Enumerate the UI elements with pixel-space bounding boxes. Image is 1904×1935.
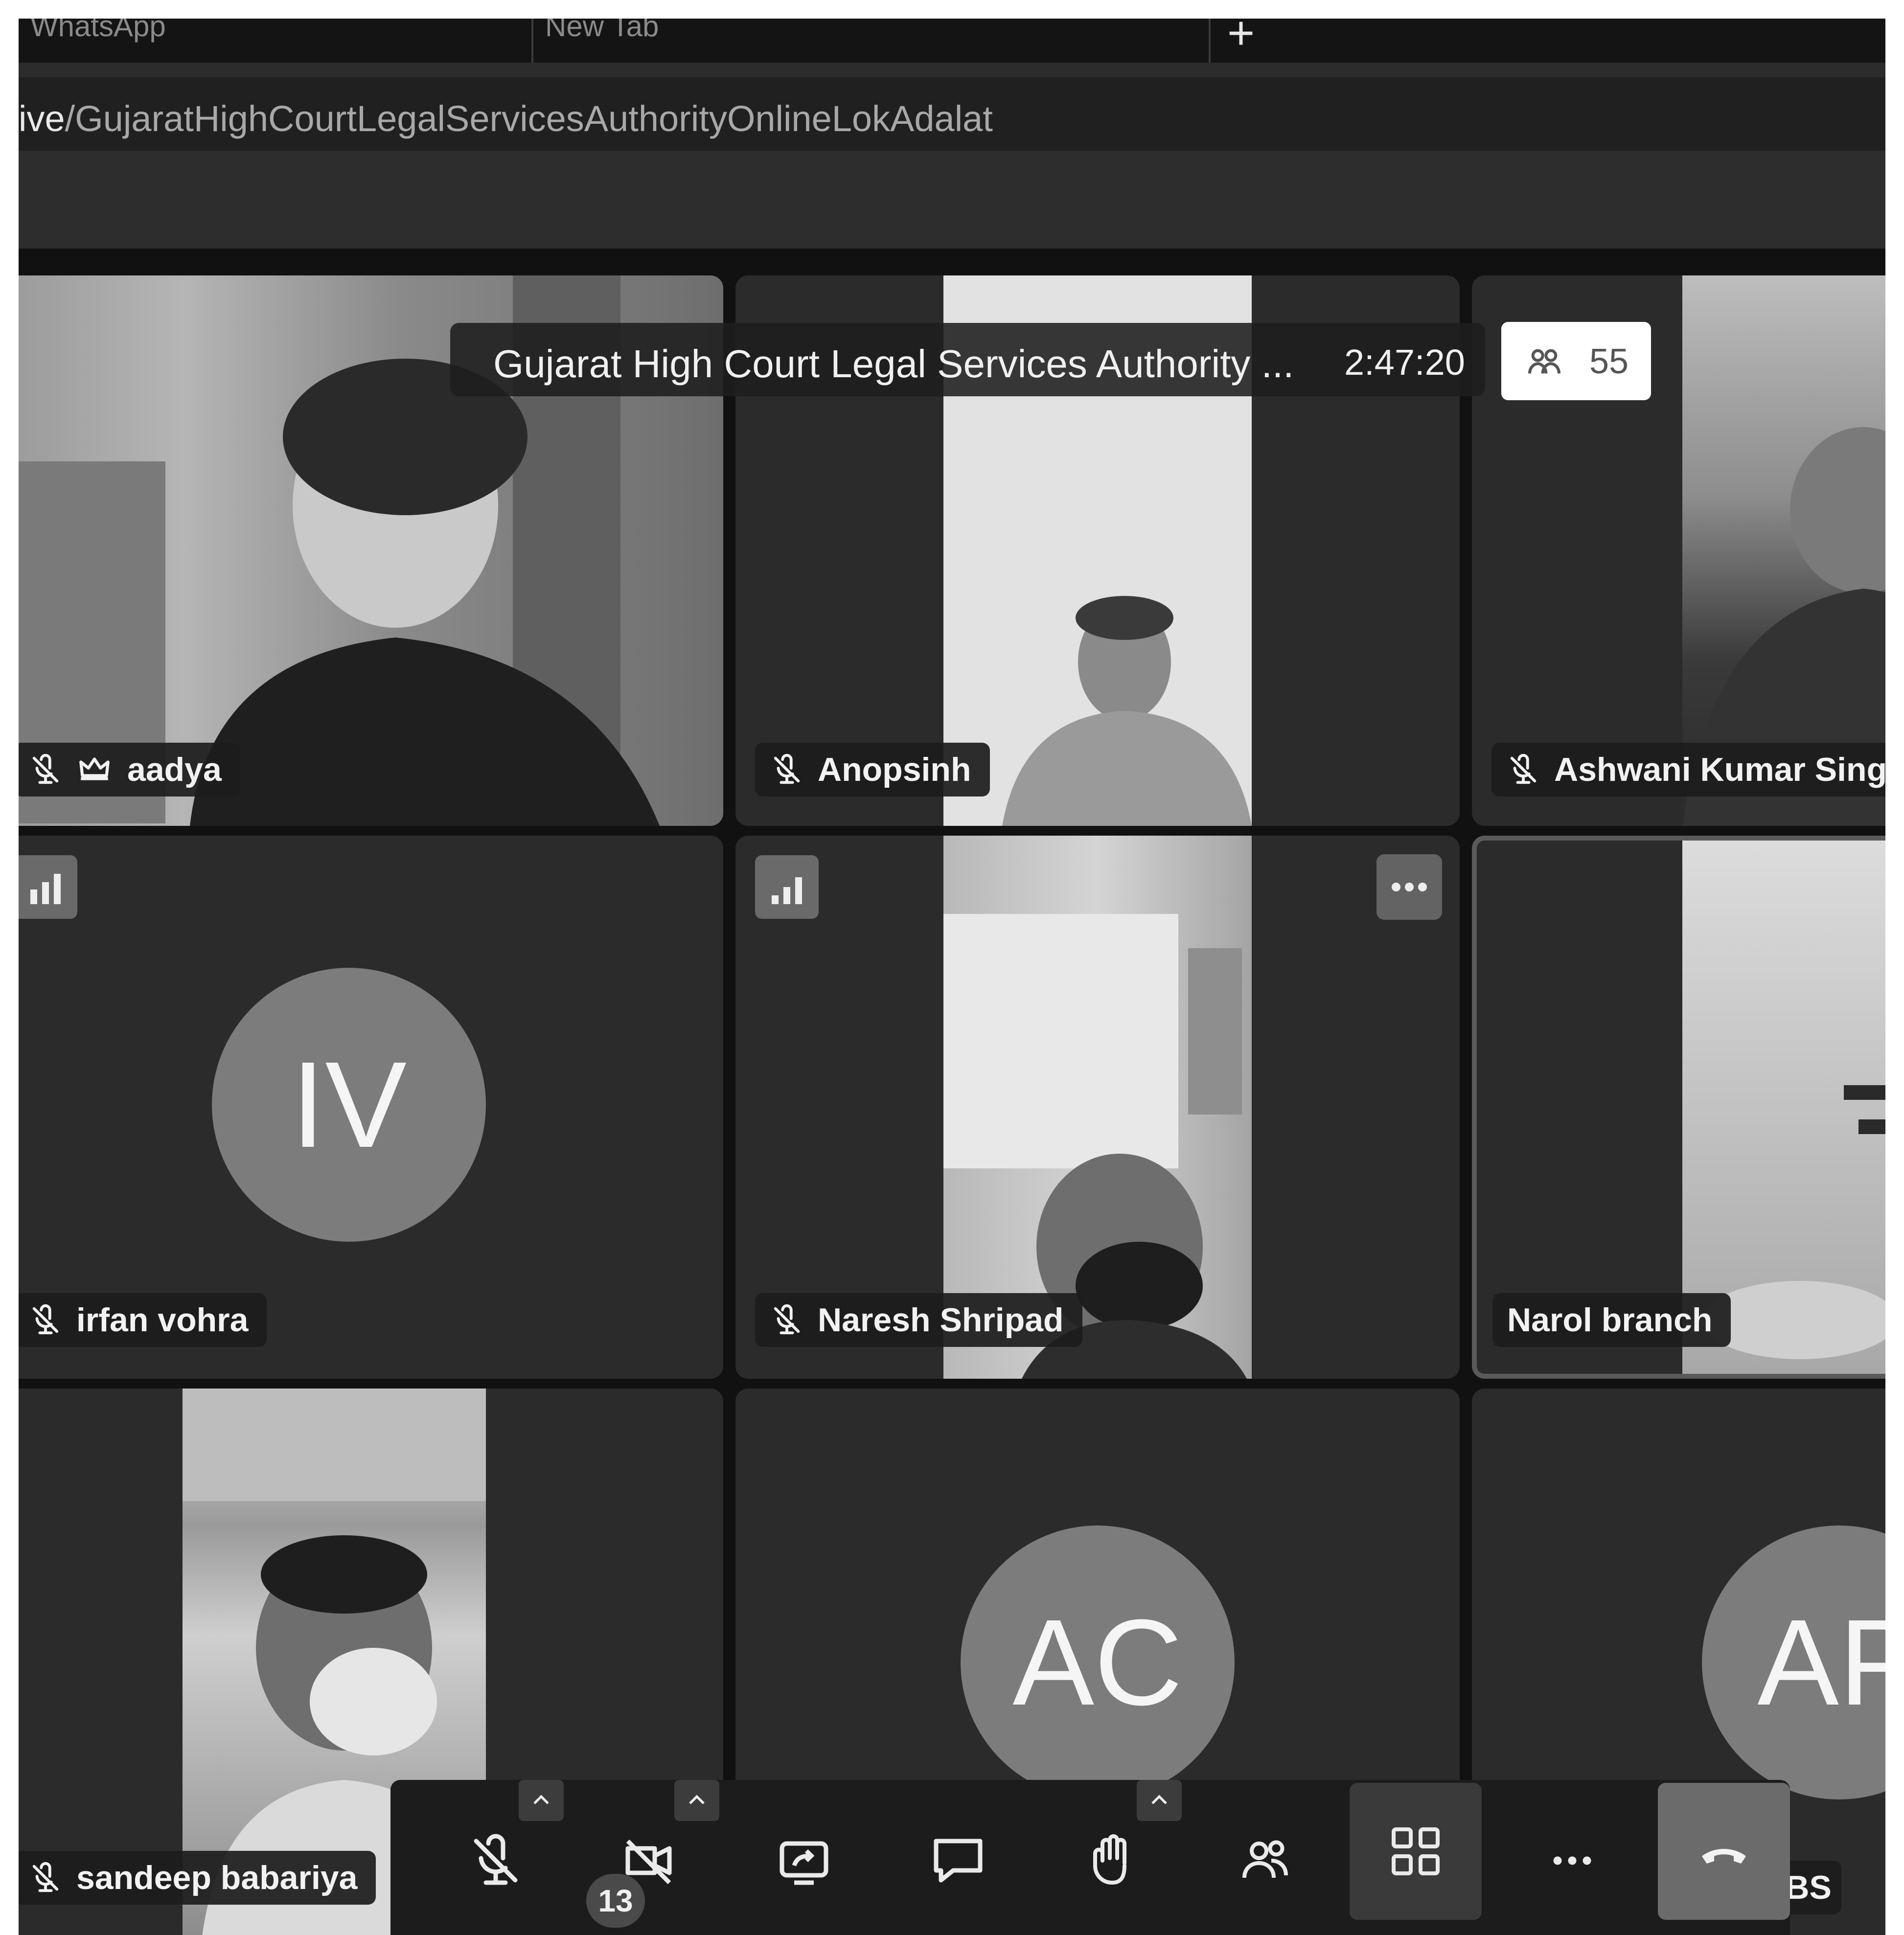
tab-new-tab[interactable]: New Tab <box>533 19 1211 63</box>
mic-off-icon <box>1510 753 1537 784</box>
mic-off-icon <box>774 1304 800 1335</box>
name-plate: Naresh Shripad <box>755 1293 1082 1347</box>
chat-unread-badge: 13 <box>586 1874 645 1928</box>
meeting-info-bar: Gujarat High Court Legal Services Author… <box>450 323 1485 396</box>
participant-name: sandeep babariya <box>76 1859 358 1896</box>
signal-icon <box>755 855 819 919</box>
browser-tab-strip: WhatsApp New Tab + <box>19 19 1885 63</box>
tab-label: New Tab <box>545 19 659 43</box>
name-plate: aadya <box>19 743 240 797</box>
avatar: IV <box>212 968 486 1242</box>
camera-options-button[interactable] <box>674 1780 719 1821</box>
url-path: /GujaratHighCourtLegalServicesAuthorityO… <box>65 98 993 139</box>
chat-button[interactable] <box>897 1799 1019 1922</box>
mic-off-icon <box>774 753 800 784</box>
video-grid: aadya Anopsinh Ashwani Kumar Sing IV irf… <box>19 249 1885 1935</box>
url-prefix: ive <box>19 98 65 139</box>
screen: WhatsApp New Tab + ive/GujaratHighCourtL… <box>19 19 1885 1935</box>
name-plate: Narol branch <box>1492 1293 1731 1347</box>
participant-name: irfan vohra <box>76 1301 249 1339</box>
name-plate: sandeep babariya <box>19 1851 376 1905</box>
meeting-title: Gujarat High Court Legal Services Author… <box>493 342 1294 386</box>
mic-off-icon <box>32 1304 59 1335</box>
name-plate: irfan vohra <box>19 1293 267 1347</box>
participant-name: Narol branch <box>1507 1301 1713 1339</box>
tile-irfan-vohra[interactable]: IV irfan vohra <box>19 836 723 1379</box>
leave-call-button[interactable] <box>1658 1783 1790 1920</box>
reactions-options-button[interactable] <box>1137 1780 1182 1821</box>
grid-view-button[interactable] <box>1350 1783 1482 1920</box>
caret-up-icon <box>689 1795 705 1804</box>
address-bar[interactable]: ive/GujaratHighCourtLegalServicesAuthori… <box>19 77 1885 151</box>
caret-up-icon <box>533 1795 549 1804</box>
participants-button[interactable] <box>1205 1799 1328 1922</box>
participant-name: Ashwani Kumar Sing <box>1554 751 1885 788</box>
mic-off-icon <box>32 1862 59 1892</box>
chat-icon <box>934 1839 983 1883</box>
participants-icon <box>1528 349 1560 374</box>
url-text[interactable]: ive/GujaratHighCourtLegalServicesAuthori… <box>19 98 993 139</box>
avatar: AC <box>961 1525 1235 1799</box>
plus-icon[interactable]: + <box>1227 19 1255 57</box>
more-options-button[interactable] <box>1511 1799 1633 1922</box>
share-screen-button[interactable] <box>743 1799 865 1922</box>
meeting-timer: 2:47:20 <box>1344 342 1465 383</box>
crown-icon <box>79 757 110 780</box>
hang-up-icon <box>1702 1849 1746 1864</box>
tile-naresh-shripad[interactable]: Naresh Shripad <box>735 836 1460 1379</box>
more-icon <box>1553 1856 1591 1865</box>
participant-name: Anopsinh <box>818 751 971 788</box>
participant-name: aadya <box>127 751 222 788</box>
grid-view-icon <box>1392 1827 1440 1875</box>
tile-narol-branch[interactable]: Narol branch <box>1472 836 1885 1379</box>
tab-divider <box>19 63 1885 77</box>
participant-count: 55 <box>1589 342 1629 381</box>
signal-icon <box>19 855 77 919</box>
name-plate: Anopsinh <box>755 743 990 797</box>
tab-label: WhatsApp <box>30 19 166 43</box>
tab-whatsapp[interactable]: WhatsApp <box>19 19 533 63</box>
participant-count-chip[interactable]: 55 <box>1501 322 1651 400</box>
mic-off-icon <box>32 753 59 784</box>
name-plate: Ashwani Kumar Sing <box>1491 743 1885 797</box>
mic-off-icon <box>474 1834 518 1885</box>
participant-name: Naresh Shripad <box>818 1301 1064 1339</box>
avatar: AP <box>1702 1525 1885 1799</box>
app-header <box>19 151 1885 249</box>
caret-up-icon <box>1151 1795 1167 1804</box>
raise-hand-icon <box>1093 1834 1126 1885</box>
more-icon[interactable] <box>1376 854 1442 920</box>
mic-options-button[interactable] <box>519 1780 564 1821</box>
participants-icon <box>1242 1840 1288 1878</box>
share-screen-icon <box>780 1841 828 1885</box>
